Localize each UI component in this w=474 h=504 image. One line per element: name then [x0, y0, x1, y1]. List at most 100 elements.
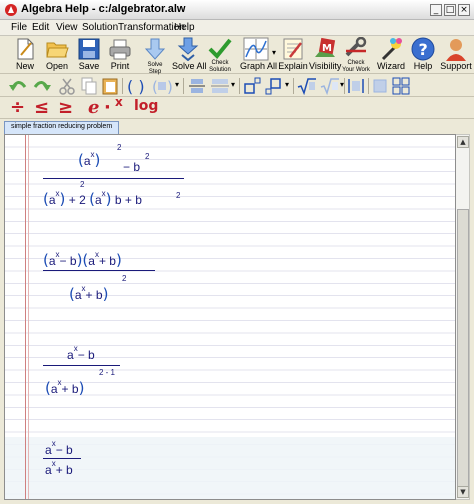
separator	[183, 78, 184, 94]
fraction-dropdown-arrow[interactable]: ▾	[231, 80, 235, 98]
x-power-button[interactable]: x	[115, 95, 123, 113]
folder-icon	[46, 42, 69, 58]
floppy-disk-icon	[78, 38, 100, 60]
minimize-button[interactable]: _	[430, 4, 442, 16]
check-solution-button[interactable]: Check Solution	[205, 37, 235, 73]
worksheet[interactable]: (ax) 2 − b 2 2 (ax) + 2 (ax) b + b 2 (ax…	[4, 134, 456, 500]
help-button[interactable]: ? Help	[409, 37, 437, 73]
separator	[239, 78, 240, 94]
fraction-split-icon[interactable]	[188, 77, 206, 95]
cut-icon[interactable]	[58, 77, 76, 95]
graph-dropdown-arrow[interactable]: ▾	[272, 48, 276, 57]
greater-equal-button[interactable]: ≥	[58, 97, 73, 118]
divide-button[interactable]: ÷	[10, 97, 25, 118]
operators-toolbar: ÷ ≤ ≥ e · x log	[0, 95, 474, 119]
solve-step-button[interactable]: Solve Step	[142, 37, 168, 75]
margin-line-inner	[28, 135, 29, 499]
margin-line	[25, 135, 26, 499]
expr1-num-minus-b: − b	[123, 160, 141, 174]
title-bar: Algebra Help - c:/algebrator.alw _ □ ×	[0, 0, 474, 20]
vertical-scrollbar[interactable]: ▲ ▼	[456, 134, 470, 500]
print-button[interactable]: Print	[106, 37, 134, 73]
expr1-num-exponent: 2	[117, 143, 122, 152]
expr4-fraction-bar	[43, 458, 81, 459]
close-button[interactable]: ×	[458, 4, 470, 16]
main-toolbar: New Open Save Print Solve Step Solve All…	[0, 36, 474, 75]
menu-view[interactable]: View	[56, 22, 78, 33]
visibility-m-icon: M	[315, 37, 336, 57]
menu-help[interactable]: Help	[174, 22, 195, 33]
expr1-den-exponent-1: 2	[80, 180, 85, 189]
square-root-icon[interactable]	[297, 77, 317, 95]
arrow-down-step-icon	[144, 38, 166, 60]
tab-simple-fraction-reducing-problem[interactable]: simple fraction reducing problem	[4, 121, 120, 134]
scroll-up-arrow-icon[interactable]: ▲	[457, 136, 469, 148]
arrow-down-all-icon	[177, 37, 199, 61]
grid-icon[interactable]	[392, 77, 410, 95]
log-button[interactable]: log	[134, 98, 158, 116]
copy-icon[interactable]	[80, 77, 98, 95]
expr3-numerator: ax− b	[67, 344, 95, 362]
expr3-fraction-bar	[43, 365, 120, 366]
undo-icon[interactable]	[8, 77, 28, 95]
explain-button[interactable]: Explain	[278, 37, 308, 73]
wizard-button[interactable]: Wizard	[376, 37, 406, 73]
new-button[interactable]: New	[10, 37, 40, 73]
expr3-denominator: (ax+ b)	[45, 378, 85, 397]
dot-button[interactable]: ·	[104, 97, 111, 118]
menu-solution[interactable]: Solution	[82, 22, 118, 33]
wrench-icon	[345, 37, 367, 57]
edit-toolbar: ( ) () ▾ ▾ ▾ ▾	[0, 75, 474, 97]
expr4-numerator: ax− b	[45, 439, 73, 457]
nth-root-icon[interactable]	[320, 77, 340, 95]
svg-text:( ): ( )	[127, 77, 145, 95]
menu-edit[interactable]: Edit	[32, 22, 49, 33]
superscript-icon[interactable]	[243, 77, 261, 95]
graph-all-button[interactable]: Graph All	[240, 37, 277, 73]
checkmark-icon	[208, 38, 232, 59]
open-button[interactable]: Open	[42, 37, 72, 73]
support-button[interactable]: Support	[440, 37, 472, 73]
matrix-icon[interactable]	[371, 77, 389, 95]
question-mark-icon: ?	[411, 37, 435, 61]
app-logo-icon	[5, 4, 17, 16]
expr1-denominator: (ax) + 2 (ax) b + b	[43, 189, 142, 208]
expr1-num-b-exponent: 2	[145, 152, 150, 161]
support-person-icon	[446, 39, 466, 61]
expr1-fraction-bar	[43, 178, 184, 179]
expr2-fraction-bar	[43, 270, 155, 271]
exp-e-button[interactable]: e	[88, 97, 99, 118]
less-equal-button[interactable]: ≤	[34, 97, 49, 118]
script-dropdown-arrow[interactable]: ▾	[285, 80, 289, 98]
redo-icon[interactable]	[32, 77, 52, 95]
visibility-button[interactable]: M Visibility	[309, 37, 341, 73]
paren-dropdown-arrow[interactable]: ▾	[175, 80, 179, 98]
printer-icon	[109, 39, 131, 60]
maximize-button[interactable]: □	[444, 4, 456, 16]
scroll-down-arrow-icon[interactable]: ▼	[457, 486, 469, 498]
new-document-icon	[17, 38, 34, 60]
parentheses-box-icon[interactable]: ()	[152, 77, 174, 95]
expr4-denominator: ax+ b	[45, 459, 73, 477]
paste-icon[interactable]	[101, 77, 119, 95]
scroll-thumb[interactable]	[457, 209, 469, 487]
expr1-den-b-exponent: 2	[176, 191, 181, 200]
separator	[122, 78, 123, 94]
window-title: Algebra Help - c:/algebrator.alw	[21, 3, 186, 15]
svg-text:(: (	[152, 78, 158, 95]
svg-text:): )	[167, 78, 173, 95]
check-your-work-button[interactable]: Check Your Work	[341, 37, 371, 73]
notepad-icon	[283, 38, 303, 60]
save-button[interactable]: Save	[75, 37, 103, 73]
separator	[293, 78, 294, 94]
solve-all-button[interactable]: Solve All	[172, 37, 207, 73]
fraction-join-icon[interactable]	[210, 77, 230, 95]
expr2-denominator: (ax+ b)	[69, 284, 109, 303]
separator	[344, 78, 345, 94]
expr2-den-exponent: 2	[122, 274, 127, 283]
parentheses-icon[interactable]: ( )	[126, 77, 146, 95]
document-tab-bar: simple fraction reducing problem	[0, 119, 474, 134]
menu-file[interactable]: File	[11, 22, 27, 33]
absolute-value-icon[interactable]	[347, 77, 365, 95]
subscript-icon[interactable]	[265, 77, 283, 95]
